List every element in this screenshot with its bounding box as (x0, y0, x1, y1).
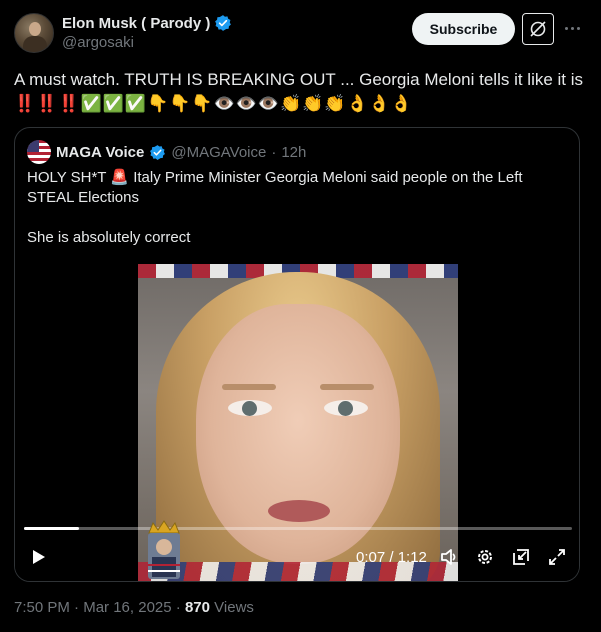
quoted-line-1: HOLY SH*T 🚨 Italy Prime Minister Georgia… (27, 169, 523, 206)
quoted-author-handle[interactable]: @MAGAVoice (171, 144, 266, 161)
author-handle[interactable]: @argosaki (62, 34, 134, 51)
grok-glyph-icon (530, 21, 546, 37)
tweet-emojis: ‼️‼️‼️✅✅✅👇👇👇👁️👁️👁️👏👏👏👌👌👌 (14, 94, 414, 114)
tweet-text: A must watch. TRUTH IS BREAKING OUT ... … (14, 68, 584, 116)
author-display-name[interactable]: Elon Musk ( Parody ) (62, 15, 210, 32)
grok-icon[interactable] (522, 13, 554, 45)
meta-separator-1: · (74, 599, 80, 616)
meta-separator-2: · (175, 599, 181, 616)
volume-icon[interactable] (436, 544, 462, 570)
video-progress-bar[interactable] (24, 527, 572, 530)
fullscreen-icon[interactable] (544, 544, 570, 570)
quoted-author-name[interactable]: MAGA Voice (56, 144, 144, 161)
video-player[interactable]: 0:07 / 1:12 (15, 264, 579, 581)
quoted-tweet-text: HOLY SH*T 🚨 Italy Prime Minister Georgia… (27, 168, 567, 268)
tweet-time[interactable]: 7:50 PM (14, 599, 70, 616)
video-controls: 0:07 / 1:12 (15, 544, 579, 574)
views-count[interactable]: 870 (185, 599, 210, 616)
verified-badge-icon (215, 15, 232, 31)
tweet-meta: 7:50 PM · Mar 16, 2025 · 870 Views (14, 599, 254, 616)
author-avatar[interactable] (14, 13, 54, 53)
picture-in-picture-icon[interactable] (508, 544, 534, 570)
video-time: 0:07 / 1:12 (356, 549, 427, 566)
quoted-verified-badge-icon (150, 144, 166, 160)
tweet-date[interactable]: Mar 16, 2025 (83, 599, 171, 616)
quoted-author-avatar[interactable] (27, 140, 51, 164)
tweet-body: A must watch. TRUTH IS BREAKING OUT ... … (14, 70, 584, 89)
quoted-separator: · (271, 143, 277, 161)
crowned-figure-watermark (148, 520, 180, 579)
subscribe-button[interactable]: Subscribe (412, 13, 515, 45)
quoted-tweet-card[interactable]: MAGA Voice @MAGAVoice · 12h HOLY SH*T 🚨 … (14, 127, 580, 582)
author-name-row: Elon Musk ( Parody ) (62, 14, 232, 32)
play-icon[interactable] (25, 544, 51, 570)
quoted-tweet-header: MAGA Voice @MAGAVoice · 12h (27, 140, 306, 164)
avatar-body (23, 36, 47, 52)
quoted-line-2: She is absolutely correct (27, 229, 191, 246)
avatar-face (29, 22, 41, 36)
views-label: Views (214, 599, 254, 616)
settings-gear-icon[interactable] (472, 544, 498, 570)
more-options-icon[interactable] (562, 18, 582, 38)
quoted-timestamp[interactable]: 12h (281, 144, 306, 161)
video-face (196, 304, 400, 564)
video-progress-fill (24, 527, 79, 530)
tweet-header: Elon Musk ( Parody ) @argosaki Subscribe (14, 12, 587, 54)
